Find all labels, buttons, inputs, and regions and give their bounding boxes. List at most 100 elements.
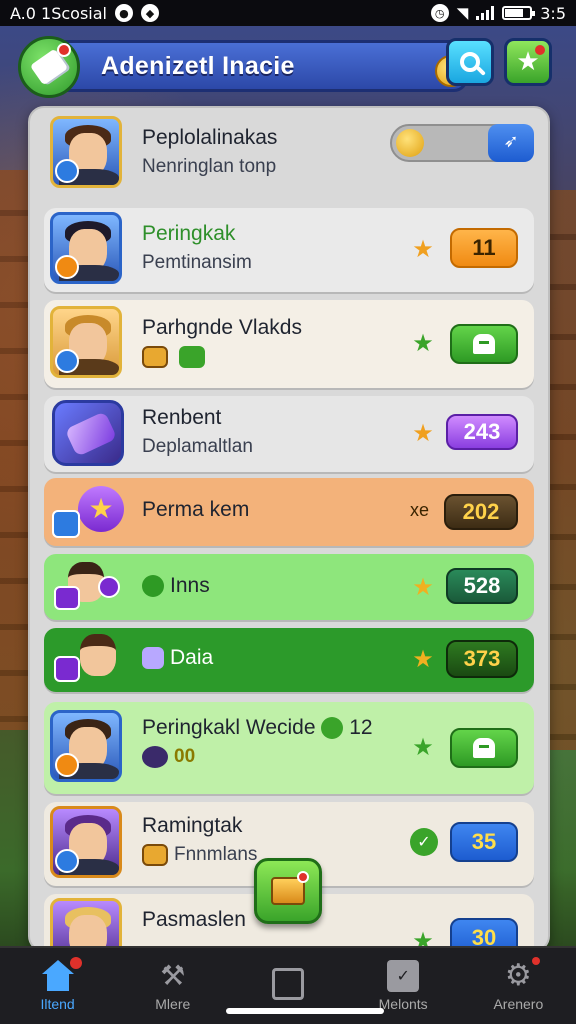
chest-button[interactable] [254,858,322,924]
score-badge[interactable]: 373 [446,640,518,678]
sword-icon [54,586,80,610]
star-icon: ★ [412,329,434,357]
sword-icon [52,510,80,538]
avatar [50,806,122,878]
avatar [50,306,122,378]
check-icon: ✓ [410,828,438,856]
signal-icon [476,6,495,20]
leaf-icon [142,575,164,598]
list-item-profile[interactable]: Peplolalinakas Nenringlan tonp ➶ [44,112,534,196]
app-notification-icon: ◆ [140,4,159,22]
list-item[interactable]: Peringkakl Wecide 12 00 ★ [44,702,534,794]
status-bar: A.0 1Scosial ● ◆ ◷ ◥ 3:5 [0,0,576,26]
search-icon [460,52,480,72]
nav-label: Arenero [493,996,544,1012]
avatar [54,562,124,612]
score-badge[interactable]: 202 [444,494,518,530]
ghost-icon [473,334,495,354]
list-item[interactable]: Renbent Deplamaltlan ★ 243 [44,396,534,472]
list-item[interactable]: Daia ★ 373 [44,628,534,692]
avatar [50,710,122,782]
nav-label: Mlere [155,996,191,1012]
notification-dot [532,957,541,965]
rank-badge-icon [55,159,79,183]
gem-icon [142,746,168,768]
action-button[interactable] [450,728,518,768]
nav-label: Melonts [378,996,428,1012]
list-item[interactable]: Peringkak Pemtinansim ★ 11 [44,208,534,292]
ghost-icon [473,738,495,758]
avatar [50,898,122,950]
gem-icon [142,647,164,670]
score-badge[interactable]: 528 [446,568,518,604]
shield-icon [321,717,344,740]
status-carrier-text: A.0 1Scosial [10,3,107,23]
player-name: Perma kem [142,498,250,521]
list-item[interactable]: Parhgnde Vlakds ★ [44,300,534,388]
player-rewards [142,346,302,368]
wifi-icon: ◥ [456,4,469,22]
rank-badge-icon [55,255,79,279]
chest-icon [142,844,168,866]
sword-icon [54,656,80,682]
rank-badge-icon [55,849,79,873]
nav-home[interactable]: Iltend [8,951,108,1021]
nav-build[interactable]: ⚒ Mlere [123,951,223,1021]
star-icon: ★ [78,486,124,532]
rank-badge-icon [55,753,79,777]
profile-name: Peplolalinakas [142,126,278,149]
player-subtitle: Deplamaltlan [142,436,253,457]
home-icon [41,960,74,992]
player-name: Ramingtak [142,814,243,837]
player-name: Parhgnde Vlakds [142,316,302,339]
expand-button[interactable]: ➶ [488,124,534,162]
player-name: Pasmaslen [142,908,246,931]
app-logo[interactable] [18,36,80,98]
avatar [50,212,122,284]
score-badge[interactable]: 243 [446,414,518,450]
gesture-bar[interactable] [226,1008,384,1014]
avatar [54,634,124,684]
list-item[interactable]: ★ Perma kem xe 202 [44,478,534,546]
player-name: Daia [142,646,213,670]
score-badge[interactable]: 11 [450,228,518,268]
nav-label: Iltend [40,996,75,1012]
favorites-button[interactable]: ★ [504,38,552,86]
star-icon: ★ [412,235,434,263]
check-icon [179,346,206,368]
item-icon: ★ [52,484,124,540]
notification-icon: ● [114,4,133,22]
star-icon: ★ [412,573,434,601]
app-header: Adenizetl Inacie ★ [18,36,556,98]
gear-icon: ⚙ [504,958,532,993]
hammer-icon: ⚒ [160,959,186,992]
rank-badge-icon [55,349,79,373]
player-name: Inns [142,574,210,598]
progress-toggle[interactable]: ➶ [390,124,534,162]
list-item[interactable]: Inns ★ 528 [44,554,534,620]
nav-settings[interactable]: ⚙ Arenero [468,951,568,1021]
crystal-icon [64,411,118,457]
notification-dot [69,957,82,969]
box-icon [271,968,304,1000]
page-title: Adenizetl Inacie [101,51,295,80]
search-button[interactable] [446,38,494,86]
star-icon: ★ [412,645,434,673]
notification-dot [297,871,309,883]
player-subtitle: Fnnmlans [142,844,257,866]
item-icon [52,400,124,466]
score-badge[interactable]: 35 [450,822,518,862]
player-name: Peringkak [142,222,236,245]
battery-icon [502,6,536,20]
star-icon: ★ [412,733,434,761]
player-name: Renbent [142,406,222,429]
star-icon: ★ [412,419,434,447]
notification-dot [57,43,71,57]
score-prefix: xe [410,500,430,520]
clipboard-icon: ✓ [387,960,420,992]
badge-icon [98,576,120,598]
status-time: 3:5 [540,3,566,23]
alarm-icon: ◷ [430,4,449,22]
header-title-bar: Adenizetl Inacie [48,40,468,92]
action-button[interactable] [450,324,518,364]
